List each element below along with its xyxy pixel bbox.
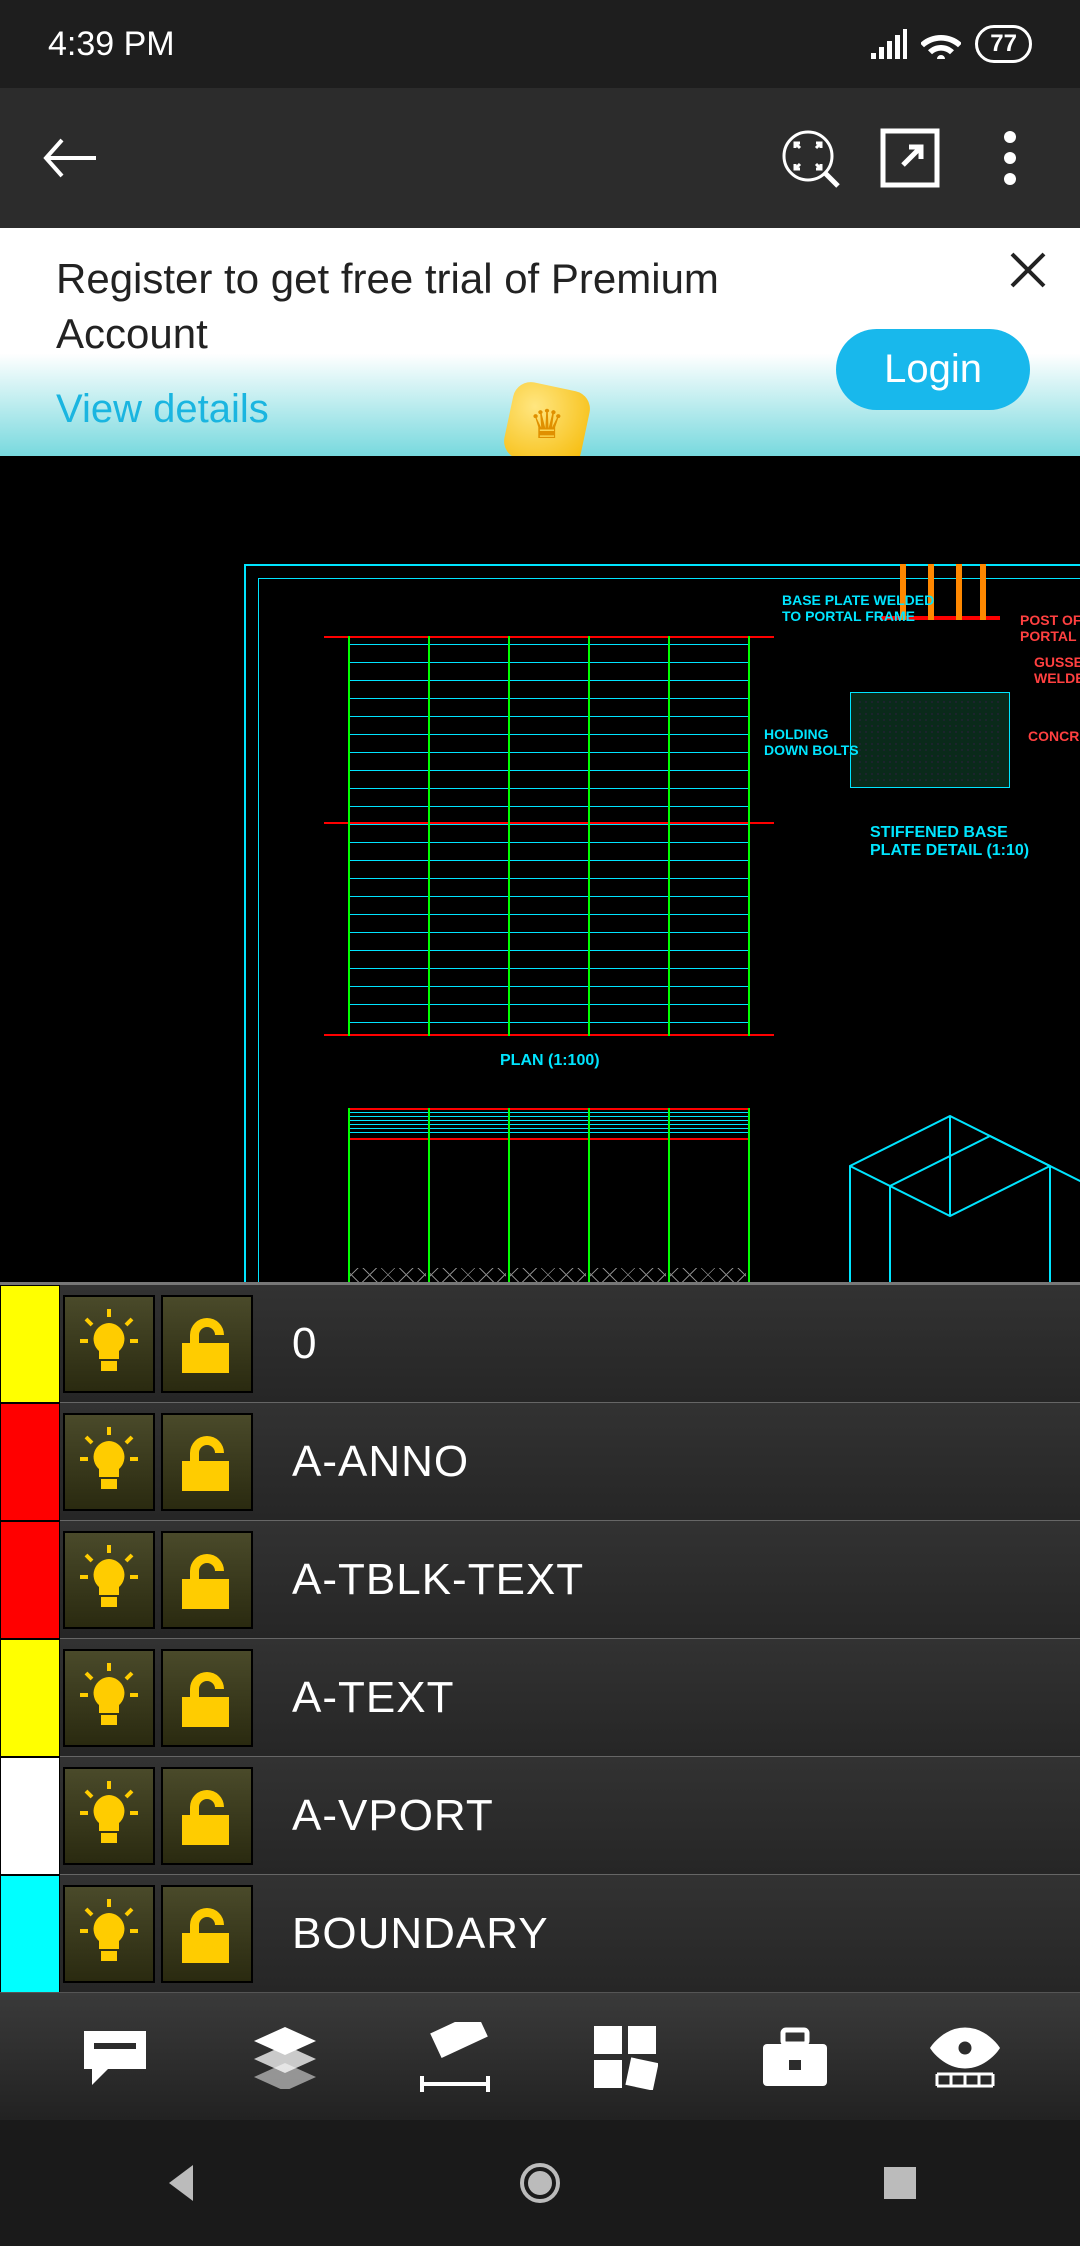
blocks-tool[interactable]: [575, 2007, 675, 2107]
layer-row[interactable]: A-TEXT: [0, 1639, 1080, 1757]
note-concrete: CONCRE: [1028, 728, 1080, 744]
status-icons: 77: [869, 25, 1032, 63]
layer-row[interactable]: BOUNDARY: [0, 1875, 1080, 1993]
layer-row[interactable]: 0: [0, 1285, 1080, 1403]
layer-name-label: BOUNDARY: [292, 1909, 549, 1959]
status-bar: 4:39 PM 77: [0, 0, 1080, 88]
layer-visibility-toggle[interactable]: [63, 1531, 155, 1629]
layer-name-label: A-TBLK-TEXT: [292, 1555, 584, 1605]
layer-visibility-toggle[interactable]: [63, 1885, 155, 1983]
layer-color-swatch[interactable]: [0, 1285, 60, 1403]
zoom-extents-button[interactable]: [770, 118, 850, 198]
layers-panel: 0 A-ANNO A-TBLK-TEXT A-TEXT A-VPORT BOUN…: [0, 1282, 1080, 1993]
note-holding: HOLDINGDOWN BOLTS: [764, 726, 859, 758]
layer-name-label: A-ANNO: [292, 1437, 469, 1487]
layer-name-label: A-TEXT: [292, 1673, 454, 1723]
layer-lock-toggle[interactable]: [161, 1295, 253, 1393]
nav-back[interactable]: [120, 2153, 240, 2213]
layer-lock-toggle[interactable]: [161, 1767, 253, 1865]
layers-tool[interactable]: [235, 2007, 335, 2107]
bottom-toolbar: [0, 1992, 1080, 2120]
clock: 4:39 PM: [48, 25, 175, 64]
comment-tool[interactable]: [65, 2007, 165, 2107]
fullscreen-button[interactable]: [870, 118, 950, 198]
layer-color-swatch[interactable]: [0, 1875, 60, 1993]
note-gusset: GUSSEWELDE: [1034, 654, 1080, 686]
wifi-icon: [921, 29, 961, 59]
more-menu-button[interactable]: [970, 118, 1050, 198]
view-details-link[interactable]: View details: [56, 387, 269, 432]
layer-visibility-toggle[interactable]: [63, 1413, 155, 1511]
close-banner-button[interactable]: [1006, 248, 1050, 297]
layer-lock-toggle[interactable]: [161, 1413, 253, 1511]
battery-indicator: 77: [975, 25, 1032, 63]
nav-recent[interactable]: [840, 2153, 960, 2213]
layer-name-label: 0: [292, 1319, 317, 1369]
layer-lock-toggle[interactable]: [161, 1885, 253, 1983]
layer-row[interactable]: A-ANNO: [0, 1403, 1080, 1521]
layer-color-swatch[interactable]: [0, 1639, 60, 1757]
layer-color-swatch[interactable]: [0, 1521, 60, 1639]
measure-tool[interactable]: [405, 2007, 505, 2107]
nav-home[interactable]: [480, 2153, 600, 2213]
note-baseplate: BASE PLATE WELDEDTO PORTAL FRAME: [782, 592, 934, 624]
plan-view: document.write(Array.from({length:22},(_…: [348, 636, 750, 1036]
layer-row[interactable]: A-VPORT: [0, 1757, 1080, 1875]
layer-color-swatch[interactable]: [0, 1757, 60, 1875]
visual-style-tool[interactable]: [915, 2007, 1015, 2107]
premium-banner: Register to get free trial of Premium Ac…: [0, 228, 1080, 456]
layer-visibility-toggle[interactable]: [63, 1767, 155, 1865]
detail-title: STIFFENED BASEPLATE DETAIL (1:10): [870, 824, 1029, 860]
plan-label: PLAN (1:100): [500, 1052, 600, 1070]
note-post: POST OF SPORTAL FR: [1020, 612, 1080, 644]
app-bar: [0, 88, 1080, 228]
login-button[interactable]: Login: [836, 329, 1030, 410]
back-button[interactable]: [30, 118, 110, 198]
layer-row[interactable]: A-TBLK-TEXT: [0, 1521, 1080, 1639]
cell-signal-icon: [869, 29, 907, 59]
banner-title: Register to get free trial of Premium Ac…: [56, 252, 816, 361]
layer-visibility-toggle[interactable]: [63, 1649, 155, 1747]
foundation-block: [850, 692, 1010, 788]
layer-color-swatch[interactable]: [0, 1403, 60, 1521]
layer-lock-toggle[interactable]: [161, 1531, 253, 1629]
layer-visibility-toggle[interactable]: [63, 1295, 155, 1393]
layer-name-label: A-VPORT: [292, 1791, 494, 1841]
baseplate-detail: [880, 616, 1000, 676]
layer-lock-toggle[interactable]: [161, 1649, 253, 1747]
android-nav-bar: [0, 2120, 1080, 2246]
toolbox-tool[interactable]: [745, 2007, 845, 2107]
